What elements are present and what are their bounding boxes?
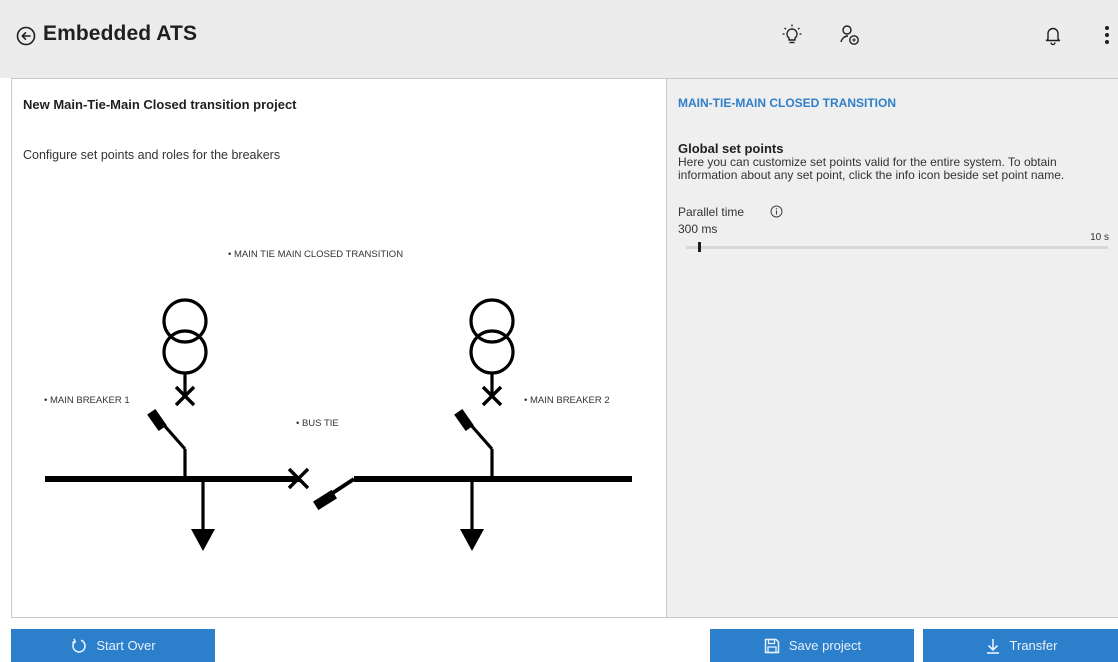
back-icon[interactable] bbox=[15, 25, 37, 47]
info-icon[interactable] bbox=[770, 205, 783, 218]
lightbulb-icon[interactable] bbox=[779, 22, 805, 48]
user-settings-icon[interactable] bbox=[837, 22, 863, 48]
restart-icon bbox=[72, 638, 87, 653]
main-breaker-2-symbol[interactable] bbox=[454, 385, 503, 479]
single-line-diagram bbox=[45, 298, 632, 551]
load-arrow-2 bbox=[460, 479, 484, 551]
set-points-panel: MAIN-TIE-MAIN CLOSED TRANSITION Global s… bbox=[667, 78, 1118, 618]
app-title: Embedded ATS bbox=[43, 22, 198, 45]
topology-label: • MAIN TIE MAIN CLOSED TRANSITION bbox=[228, 249, 404, 260]
bottom-bar: Start Over Save project Transfer bbox=[0, 618, 1118, 662]
slider-max-label: 10 s bbox=[1090, 232, 1109, 243]
save-project-label: Save project bbox=[788, 638, 862, 653]
panel-heading: MAIN-TIE-MAIN CLOSED TRANSITION bbox=[678, 96, 896, 110]
transfer-button[interactable]: Transfer bbox=[923, 629, 1118, 662]
load-arrow-1 bbox=[191, 479, 215, 551]
section-description: Here you can customize set points valid … bbox=[678, 155, 1065, 182]
section-title: Global set points bbox=[678, 141, 784, 156]
more-vertical-icon[interactable] bbox=[1100, 22, 1114, 48]
bus-tie-label[interactable]: • BUS TIE bbox=[296, 418, 339, 429]
start-over-label: Start Over bbox=[96, 638, 156, 653]
slider-thumb[interactable] bbox=[697, 242, 701, 252]
main-breaker-2-label[interactable]: • MAIN BREAKER 2 bbox=[524, 395, 610, 406]
transfer-label: Transfer bbox=[1009, 638, 1058, 653]
parallel-time-label: Parallel time bbox=[678, 205, 745, 219]
bell-icon[interactable] bbox=[1040, 22, 1066, 48]
project-panel: New Main-Tie-Main Closed transition proj… bbox=[11, 78, 667, 618]
main-breaker-1-label[interactable]: • MAIN BREAKER 1 bbox=[44, 395, 130, 406]
transformer-2[interactable] bbox=[469, 298, 515, 375]
start-over-button[interactable]: Start Over bbox=[11, 629, 215, 662]
transformer-1[interactable] bbox=[162, 298, 208, 375]
download-icon bbox=[986, 638, 999, 654]
main-breaker-1-symbol[interactable] bbox=[147, 385, 196, 479]
save-project-button[interactable]: Save project bbox=[710, 629, 914, 662]
parallel-time-slider[interactable] bbox=[686, 246, 1108, 249]
parallel-time-value: 300 ms bbox=[678, 222, 718, 236]
save-icon bbox=[764, 638, 780, 653]
bus-tie-symbol[interactable] bbox=[287, 467, 356, 511]
top-bar: Embedded ATS bbox=[0, 0, 1118, 78]
